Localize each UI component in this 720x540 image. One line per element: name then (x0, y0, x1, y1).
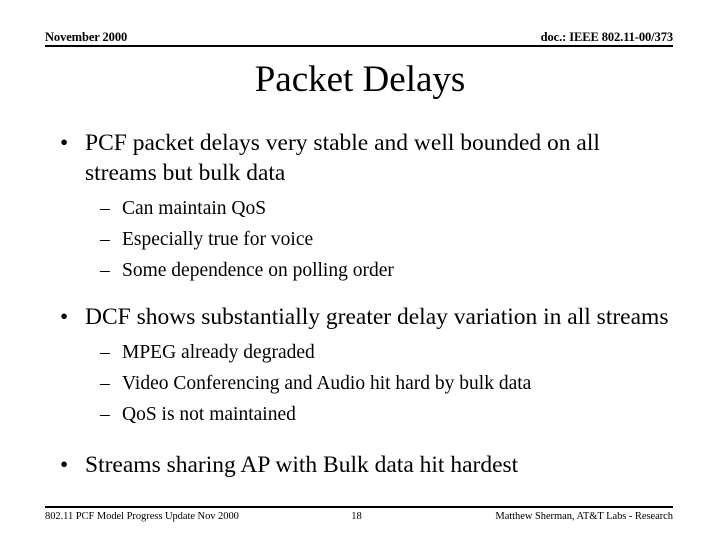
footer-author: Matthew Sherman, AT&T Labs - Research (495, 511, 673, 522)
bullet-dash-icon: – (100, 373, 110, 394)
main-bullet-3: • Streams sharing AP with Bulk data hit … (56, 450, 676, 480)
slide-title: Packet Delays (254, 59, 466, 100)
bullet-group-2: • DCF shows substantially greater delay … (56, 302, 676, 430)
header-date: November 2000 (45, 30, 128, 44)
sub-bullet-1-3: – Some dependence on polling order (56, 255, 676, 286)
main-bullet-2-text: DCF shows substantially greater delay va… (85, 304, 669, 330)
header-row: November 2000 doc.: IEEE 802.11-00/373 (45, 31, 673, 44)
main-bullet-1: • PCF packet delays very stable and well… (56, 128, 676, 188)
header-document-id: doc.: IEEE 802.11-00/373 (540, 30, 673, 44)
slide-footer: 802.11 PCF Model Progress Update Nov 200… (45, 506, 673, 524)
footer-divider (45, 506, 673, 508)
bullet-dash-icon: – (100, 229, 110, 250)
sub-bullet-1-2-text: Especially true for voice (122, 229, 314, 250)
bullet-dash-icon: – (100, 260, 110, 281)
sub-bullet-list-2: – MPEG already degraded – Video Conferen… (56, 337, 676, 430)
slide: November 2000 doc.: IEEE 802.11-00/373 P… (0, 0, 720, 540)
slide-body: • PCF packet delays very stable and well… (56, 128, 676, 482)
footer-row: 802.11 PCF Model Progress Update Nov 200… (45, 510, 673, 524)
header-divider (45, 45, 673, 47)
sub-bullet-1-3-text: Some dependence on polling order (122, 260, 394, 281)
bullet-dash-icon: – (100, 342, 110, 363)
sub-bullet-2-1-text: MPEG already degraded (122, 342, 315, 363)
slide-header: November 2000 doc.: IEEE 802.11-00/373 (45, 31, 673, 51)
bullet-group-3: • Streams sharing AP with Bulk data hit … (56, 450, 676, 480)
sub-bullet-2-2: – Video Conferencing and Audio hit hard … (56, 368, 676, 399)
sub-bullet-1-2: – Especially true for voice (56, 224, 676, 255)
sub-bullet-1-1: – Can maintain QoS (56, 193, 676, 224)
bullet-group-1: • PCF packet delays very stable and well… (56, 128, 676, 286)
sub-bullet-list-1: – Can maintain QoS – Especially true for… (56, 193, 676, 286)
main-bullet-3-text: Streams sharing AP with Bulk data hit ha… (85, 452, 519, 478)
bullet-dot-icon: • (60, 130, 69, 156)
sub-bullet-2-3: – QoS is not maintained (56, 399, 676, 430)
main-bullet-1-text: PCF packet delays very stable and well b… (85, 130, 600, 186)
sub-bullet-2-3-text: QoS is not maintained (122, 404, 296, 425)
sub-bullet-2-1: – MPEG already degraded (56, 337, 676, 368)
bullet-dash-icon: – (100, 198, 110, 219)
sub-bullet-1-1-text: Can maintain QoS (122, 198, 267, 219)
sub-bullet-2-2-text: Video Conferencing and Audio hit hard by… (122, 373, 532, 394)
bullet-dash-icon: – (100, 404, 110, 425)
main-bullet-2: • DCF shows substantially greater delay … (56, 302, 676, 332)
bullet-dot-icon: • (60, 304, 69, 330)
bullet-dot-icon: • (60, 452, 69, 478)
